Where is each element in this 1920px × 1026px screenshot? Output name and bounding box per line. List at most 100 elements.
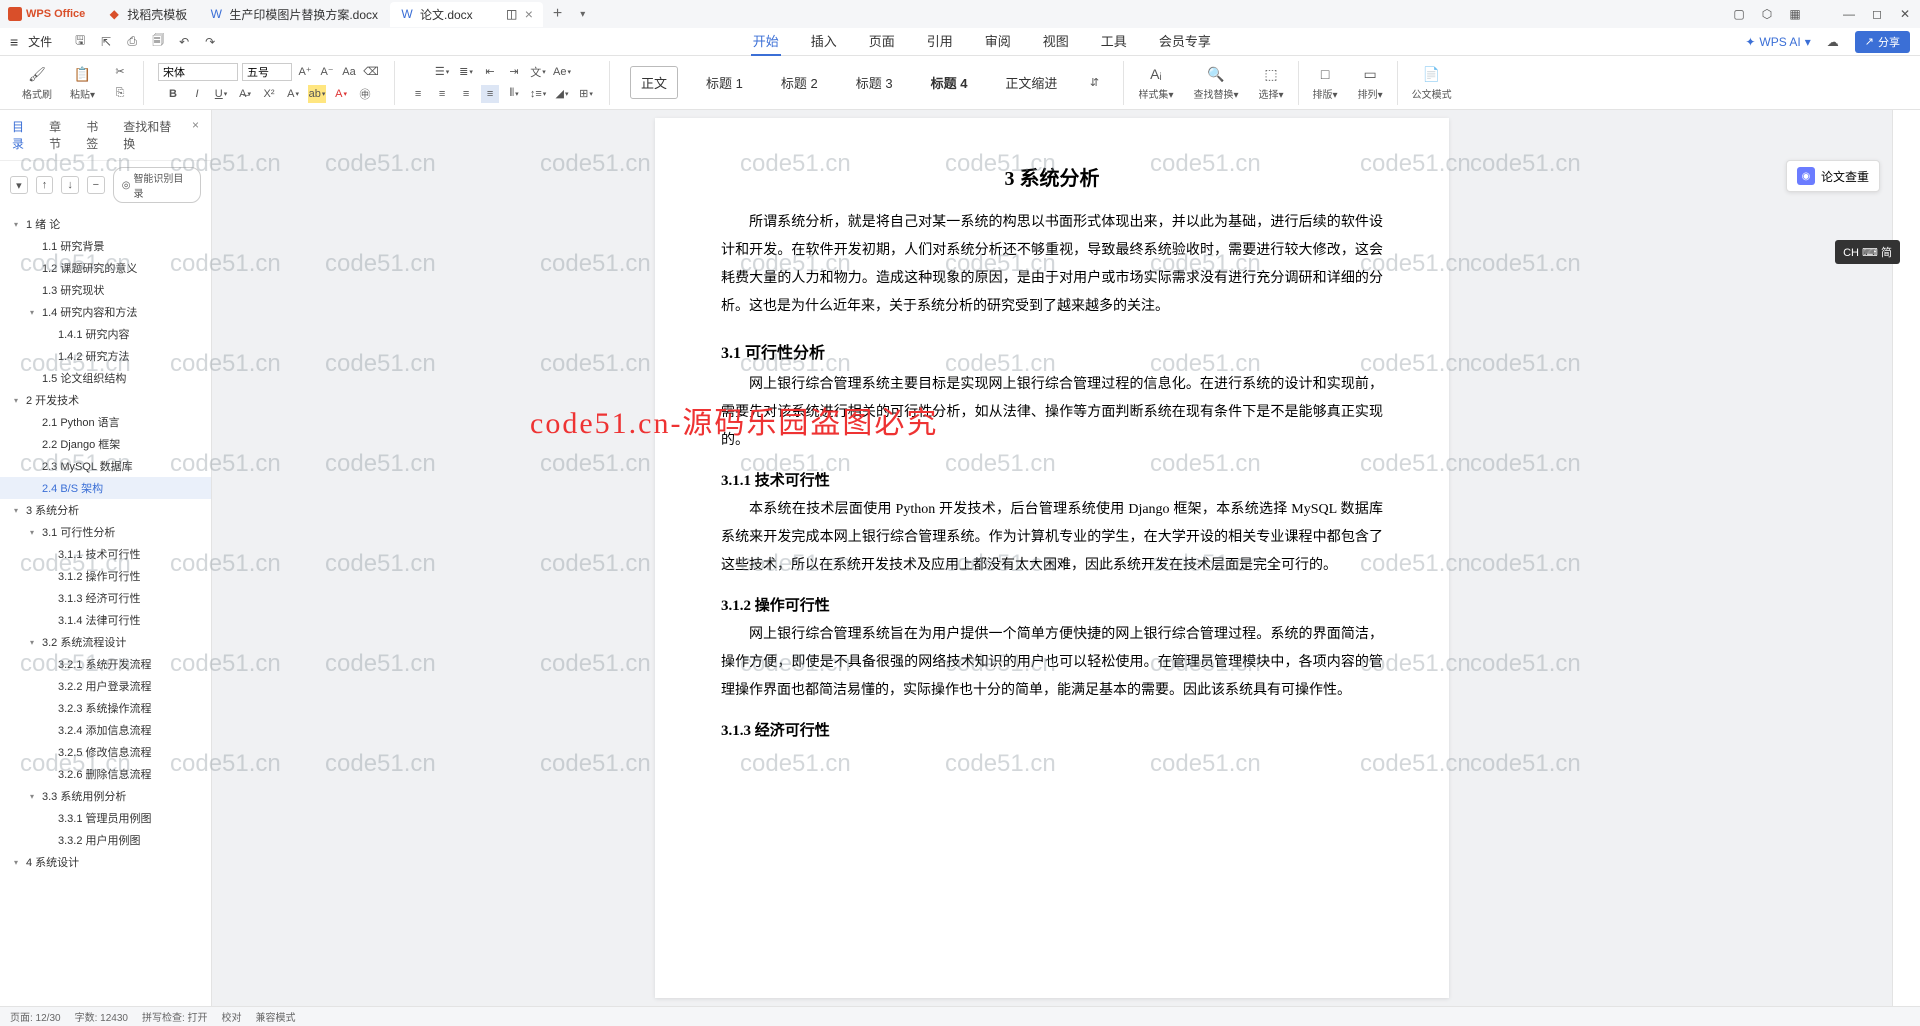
toc-item[interactable]: ▾2 开发技术: [0, 389, 211, 411]
shading-button[interactable]: ◢: [553, 85, 571, 103]
toc-item[interactable]: 3.2.6 删除信息流程: [0, 763, 211, 785]
hamburger-icon[interactable]: ≡: [10, 34, 18, 50]
tab-menu-button[interactable]: ▾: [572, 9, 593, 20]
toc-item[interactable]: 2.4 B/S 架构: [0, 477, 211, 499]
strike-button[interactable]: A̶: [236, 85, 254, 103]
align-justify-button[interactable]: ≡: [481, 85, 499, 103]
toc-item[interactable]: 1.3 研究现状: [0, 279, 211, 301]
wps-ai-button[interactable]: ✦ WPS AI ▾: [1745, 35, 1810, 49]
toc-item[interactable]: 3.2.5 修改信息流程: [0, 741, 211, 763]
toc-item[interactable]: 3.2.3 系统操作流程: [0, 697, 211, 719]
font-size-select[interactable]: [242, 63, 292, 81]
toc-item[interactable]: 3.2.4 添加信息流程: [0, 719, 211, 741]
layout-icon[interactable]: □: [1315, 64, 1335, 84]
border-button[interactable]: ⊞: [577, 85, 595, 103]
minimize-button[interactable]: —: [1842, 7, 1856, 21]
text-direction-button[interactable]: 文: [529, 63, 547, 81]
export-icon[interactable]: ⇱: [98, 34, 114, 50]
paste-icon[interactable]: 📋: [73, 64, 93, 84]
align-distribute-button[interactable]: Ae: [553, 63, 571, 81]
text-effects-button[interactable]: A: [284, 85, 302, 103]
distribute-button[interactable]: ⫴: [505, 85, 523, 103]
superscript-button[interactable]: X²: [260, 85, 278, 103]
underline-button[interactable]: U: [212, 85, 230, 103]
status-words[interactable]: 字数: 12430: [75, 1009, 128, 1024]
maximize-button[interactable]: ◻: [1870, 7, 1884, 21]
styles-more-icon[interactable]: ⇵: [1085, 74, 1103, 92]
tab-review[interactable]: 审阅: [983, 27, 1013, 56]
box-icon[interactable]: ▢: [1732, 7, 1746, 21]
style-h4[interactable]: 标题 4: [921, 67, 978, 98]
toc-item[interactable]: ▾1.4 研究内容和方法: [0, 301, 211, 323]
numbering-button[interactable]: ≣: [457, 63, 475, 81]
toc-item[interactable]: 3.3.1 管理员用例图: [0, 807, 211, 829]
share-button[interactable]: ↗ 分享: [1855, 31, 1910, 53]
select-icon[interactable]: ⬚: [1261, 64, 1281, 84]
align-right-button[interactable]: ≡: [457, 85, 475, 103]
tab-reference[interactable]: 引用: [925, 27, 955, 56]
toc-item[interactable]: 3.1.4 法律可行性: [0, 609, 211, 631]
tab-page[interactable]: 页面: [867, 27, 897, 56]
align-left-button[interactable]: ≡: [409, 85, 427, 103]
font-color-button[interactable]: A: [332, 85, 350, 103]
close-button[interactable]: ✕: [1898, 7, 1912, 21]
toc-item[interactable]: ▾3.2 系统流程设计: [0, 631, 211, 653]
toc-item[interactable]: ▾1 绪 论: [0, 213, 211, 235]
print-preview-icon[interactable]: 🗐: [150, 34, 166, 50]
toc-item[interactable]: ▾4 系统设计: [0, 851, 211, 873]
toc-item[interactable]: 3.2.2 用户登录流程: [0, 675, 211, 697]
status-spell[interactable]: 拼写检查: 打开: [142, 1009, 208, 1024]
tab-insert[interactable]: 插入: [809, 27, 839, 56]
cut-icon[interactable]: ✂: [111, 63, 129, 81]
undo-button[interactable]: ↶: [176, 34, 192, 50]
status-page[interactable]: 页面: 12/30: [10, 1009, 61, 1024]
toc-item[interactable]: 1.4.2 研究方法: [0, 345, 211, 367]
sidebar-tab-toc[interactable]: 目录: [12, 118, 33, 152]
cloud-icon[interactable]: ☁: [1825, 34, 1841, 50]
status-proof[interactable]: 校对: [222, 1009, 242, 1024]
toc-item[interactable]: 3.1.3 经济可行性: [0, 587, 211, 609]
toc-down-icon[interactable]: ↓: [61, 176, 79, 194]
tab-view[interactable]: 视图: [1041, 27, 1071, 56]
tab-close-icon[interactable]: ×: [525, 6, 533, 22]
cube-icon[interactable]: ⬡: [1760, 7, 1774, 21]
sidebar-tab-chapter[interactable]: 章节: [49, 118, 70, 152]
phonetic-button[interactable]: ㊥: [356, 85, 374, 103]
line-spacing-button[interactable]: ↕≡: [529, 85, 547, 103]
status-mode[interactable]: 兼容模式: [256, 1009, 296, 1024]
plagiarism-check-panel[interactable]: ◉ 论文查重: [1786, 160, 1880, 192]
toc-item[interactable]: 3.1.1 技术可行性: [0, 543, 211, 565]
style-h1[interactable]: 标题 1: [696, 67, 753, 98]
decrease-font-icon[interactable]: A⁻: [318, 63, 336, 81]
clear-format-icon[interactable]: ⌫: [362, 63, 380, 81]
toc-item[interactable]: 1.2 课题研究的意义: [0, 257, 211, 279]
toc-item[interactable]: ▾3 系统分析: [0, 499, 211, 521]
file-menu[interactable]: 文件: [28, 33, 52, 50]
sidebar-tab-find[interactable]: 查找和替换: [123, 118, 176, 152]
tab-start[interactable]: 开始: [751, 27, 781, 56]
bold-button[interactable]: B: [164, 85, 182, 103]
highlight-button[interactable]: ab: [308, 85, 326, 103]
copy-icon[interactable]: ⎘: [111, 85, 129, 103]
style-body-indent[interactable]: 正文缩进: [995, 67, 1067, 98]
toc-up-icon[interactable]: ↑: [36, 176, 54, 194]
tab-doc-2[interactable]: W 论文.docx ◫ ×: [390, 2, 543, 27]
redo-button[interactable]: ↷: [202, 34, 218, 50]
toc-item[interactable]: 3.3.2 用户用例图: [0, 829, 211, 851]
toc-collapse-icon[interactable]: ▾: [10, 176, 28, 194]
format-painter-icon[interactable]: 🖌: [27, 64, 47, 84]
tab-split-icon[interactable]: ◫: [505, 7, 519, 21]
decrease-indent-button[interactable]: ⇤: [481, 63, 499, 81]
toc-item[interactable]: 1.4.1 研究内容: [0, 323, 211, 345]
arrange-icon[interactable]: ▭: [1360, 64, 1380, 84]
save-icon[interactable]: 🖫: [72, 34, 88, 50]
find-icon[interactable]: 🔍: [1206, 64, 1226, 84]
tab-member[interactable]: 会员专享: [1157, 27, 1213, 56]
toc-item[interactable]: 1.1 研究背景: [0, 235, 211, 257]
align-center-button[interactable]: ≡: [433, 85, 451, 103]
style-set-icon[interactable]: Aᵢ: [1146, 64, 1166, 84]
smart-toc-button[interactable]: ◎ 智能识别目录: [113, 167, 201, 203]
sidebar-close-icon[interactable]: ×: [192, 118, 199, 152]
print-icon[interactable]: ⎙: [124, 34, 140, 50]
toc-item[interactable]: 2.3 MySQL 数据库: [0, 455, 211, 477]
